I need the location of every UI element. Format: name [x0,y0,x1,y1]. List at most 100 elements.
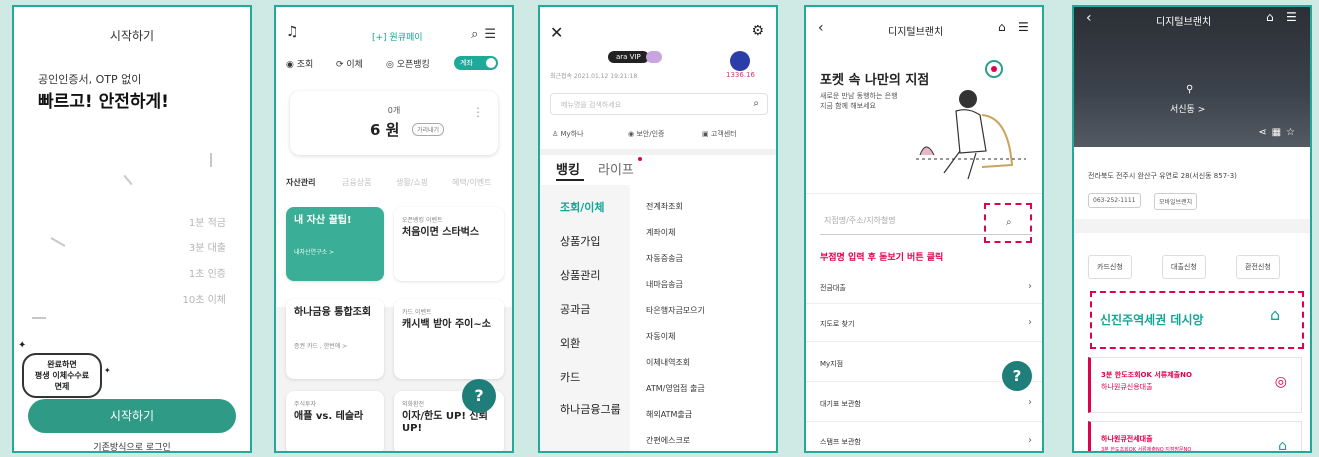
screen-branch-detail: ‹ 디지털브랜치 ⌂ ☰ ⚲ 서신동 > ⋖▦☆ 전라북도 전주시 완산구 유연… [1072,5,1312,453]
timing-label: 1분 적금 [188,218,226,229]
gear-icon[interactable]: ⚙ [751,23,764,39]
menu-row[interactable]: 대기표 보관함 › [820,397,1032,409]
top-icons: ⌕☰ [471,27,502,42]
submenu-item[interactable]: 해외ATM출금 [646,409,692,420]
chevron-right-icon: › [1028,317,1032,328]
stock-card[interactable]: 주식투자 애플 vs. 테슬라 [286,391,384,451]
decor-dash [32,317,46,319]
category-item[interactable]: 외환 [560,335,580,351]
timing-label: 10초 이체 [182,295,226,306]
hide-balance-button[interactable]: 가리내기 [412,123,445,136]
quick-myhana[interactable]: ♙ My하나 [552,129,584,139]
start-button[interactable]: 시작하기 [28,399,236,433]
submenu-item[interactable]: 계좌이체 [646,227,675,238]
menu-row[interactable]: 지도로 찾기 › [820,317,1032,329]
submenu-item[interactable]: 자동증송금 [646,253,683,264]
asset-tip-card[interactable]: 내 자산 꿀팁! 내자산연구소 > [286,207,384,281]
help-button[interactable]: ? [1002,361,1032,391]
close-icon[interactable]: ✕ [550,23,563,42]
more-icon[interactable]: ⋮ [472,105,484,119]
loan-apply-button[interactable]: 대출신청 [1162,255,1206,279]
qr-icon[interactable]: ▦ [1272,127,1286,138]
quick-support[interactable]: ▣ 고객센터 [702,129,737,139]
timing-label: 1초 인증 [188,269,226,280]
avatar[interactable] [730,51,750,71]
jeonse-loan-card[interactable]: 하나원큐전세대출 3분 한도조회OK 서류제출NO 지점방문NO ⌂ [1088,421,1302,453]
submenu-item[interactable]: 간편에스크로 [646,435,690,446]
submenu-item[interactable]: 자동이체 [646,331,675,342]
category-item[interactable]: 조회/이체 [560,199,605,215]
notification-icon[interactable]: ♫ [286,25,299,39]
submenu-item[interactable]: 이체내역조회 [646,357,690,368]
menu-icon[interactable]: ☰ [1018,21,1029,33]
submenu-item[interactable]: 내마음송금 [646,279,683,290]
nav-inquiry[interactable]: ◉ 조회 [286,57,313,70]
submenu-item[interactable]: ATM/영업점 출금 [646,383,705,394]
decor-dash [210,153,212,167]
new-dot [638,157,642,161]
menu-row[interactable]: My지점 [820,359,1032,369]
divider [806,341,1042,342]
openbanking-event-card[interactable]: 오픈뱅킹 이벤트 처음이면 스타벅스 [394,207,504,281]
tab-underline [556,179,584,181]
category-item[interactable]: 카드 [560,369,580,385]
nav-openbanking[interactable]: ◎ 오픈뱅킹 [386,57,430,70]
card-cashback-card[interactable]: 카드 이벤트 캐시백 받아 주이~소 [394,299,504,379]
hana-inquiry-card[interactable]: 하나금융 통합조회 증권 카드 , 한번에 > [286,299,384,379]
category-item[interactable]: 공과금 [560,301,590,317]
tab-banking[interactable]: 뱅킹 [556,159,580,178]
chevron-right-icon: › [1028,397,1032,408]
instruction-note: 부점명 입력 후 돋보기 버튼 클릭 [820,253,944,263]
back-icon[interactable]: ‹ [818,21,824,35]
search-icon[interactable]: ⌕ [1006,217,1012,228]
card-apply-button[interactable]: 카드신청 [1088,255,1132,279]
account-card[interactable]: 0개 6 원 가리내기 ⋮ [290,91,498,155]
tab-assets[interactable]: 자산관리 [286,177,315,188]
account-toggle[interactable]: 계좌 [454,56,498,70]
search-icon[interactable]: ⌕ [753,98,759,109]
branch-address: 전라북도 전주시 완산구 유연로 28(서신동 857-3) [1088,172,1237,180]
mobile-branch-button[interactable]: 모바일브랜치 [1154,193,1198,210]
credit-loan-card[interactable]: 3분 한도조회OK 서류제출NO 하나원큐신용대출 ◎ [1088,357,1302,413]
tab-lifestyle[interactable]: 생활/쇼핑 [396,177,428,188]
menu-icon[interactable]: ☰ [484,27,502,42]
woman-illustration [916,60,1026,180]
category-item[interactable]: 하나금융그룹 [560,403,624,417]
home-icon[interactable]: ⌂ [998,21,1006,33]
tab-benefits[interactable]: 혜택/이벤트 [452,177,492,188]
phone-button[interactable]: 063-252-1111 [1088,193,1141,208]
intro-text: 새로운 만남 동행하는 은행 지금 함께 해보세요 [820,92,898,110]
legacy-login-link[interactable]: 기존방식으로 로그인 [14,440,250,451]
tab-products[interactable]: 금융상품 [342,177,371,188]
back-icon[interactable]: ‹ [1086,11,1092,25]
category-item[interactable]: 상품관리 [560,267,600,283]
help-button[interactable]: ? [462,379,496,413]
apartment-title[interactable]: 신진주역세권 데시앙 [1100,311,1204,328]
quick-security[interactable]: ◉ 보안/인증 [628,129,664,139]
home-icon[interactable]: ⌂ [1266,11,1274,23]
menu-row[interactable]: 전금대출 › [820,281,1032,293]
sparkle-icon: ✦ [104,366,111,375]
submenu-item[interactable]: 전계좌조회 [646,201,683,212]
page-title: 디지털브랜치 [888,27,944,38]
share-icon[interactable]: ⋖ [1258,127,1271,138]
exchange-apply-button[interactable]: 환전신청 [1236,255,1280,279]
menu-icon[interactable]: ☰ [1286,11,1297,23]
tab-life[interactable]: 라이프 [598,159,634,178]
account-count: 0개 [387,106,401,115]
house-icon: ⌂ [1278,438,1287,453]
divider [540,149,776,155]
branch-photo [1074,7,1310,147]
star-icon[interactable]: ☆ [1286,127,1300,138]
category-item[interactable]: 상품가입 [560,233,600,249]
coin-icon: ◎ [1274,374,1287,390]
divider [806,303,1042,304]
submenu-item[interactable]: 타은행자금모으기 [646,305,705,316]
search-icon[interactable]: ⌕ [471,27,484,42]
nav-transfer[interactable]: ⟳ 이체 [336,57,363,70]
screen-digital-branch: ‹ 디지털브랜치 ⌂ ☰ 포켓 속 나만의 지점 새로운 만남 동행하는 은행 … [804,5,1044,453]
menu-search-input[interactable]: 메뉴명을 검색하세요 ⌕ [550,93,768,115]
onequpay-badge[interactable]: [+] 원큐페이 [372,30,423,43]
menu-row[interactable]: 스탬프 보관함 › [820,435,1032,447]
branch-name[interactable]: 서신동 > [1170,102,1205,115]
